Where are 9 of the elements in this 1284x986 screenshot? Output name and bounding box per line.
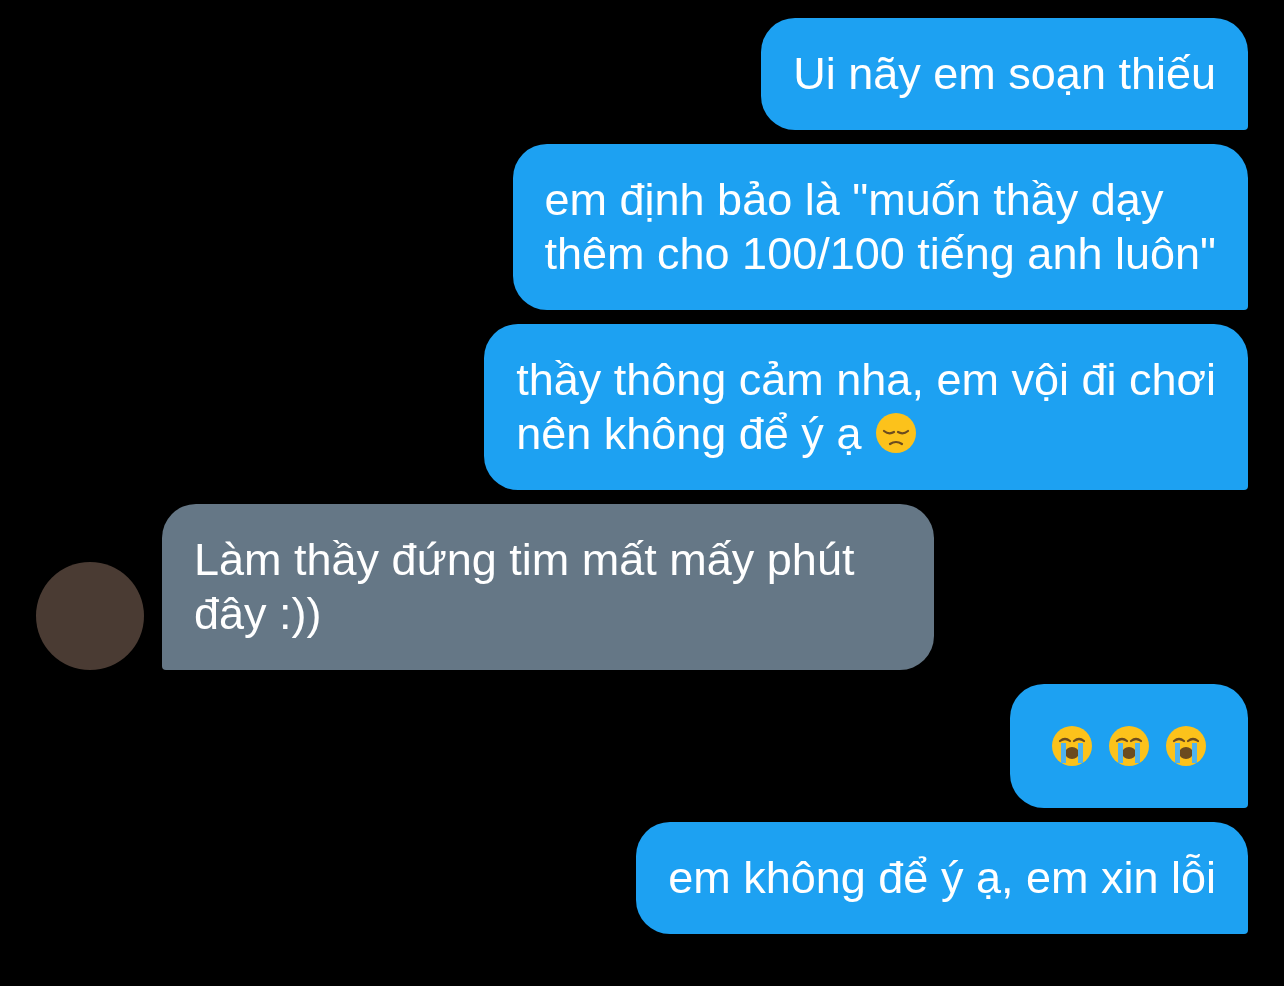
crying-face-icon: [1107, 724, 1151, 768]
crying-face-icon: [1050, 724, 1094, 768]
message-text: em định bảo là "muốn thầy dạy thêm cho 100/100 tiếng anh luôn": [544, 173, 1216, 281]
message-text: Ui nãy em soạn thiếu: [793, 47, 1216, 101]
message-text: thầy thông cảm nha, em vội đi chơi nên không để ý ạ: [516, 353, 1216, 461]
message-text: Làm thầy đứng tim mất mấy phút đây :)): [194, 533, 855, 641]
crying-face-icon: [1164, 724, 1208, 768]
message-text: em không để ý ạ, em xin lỗi: [668, 851, 1216, 905]
pensive-face-icon: [873, 411, 918, 455]
